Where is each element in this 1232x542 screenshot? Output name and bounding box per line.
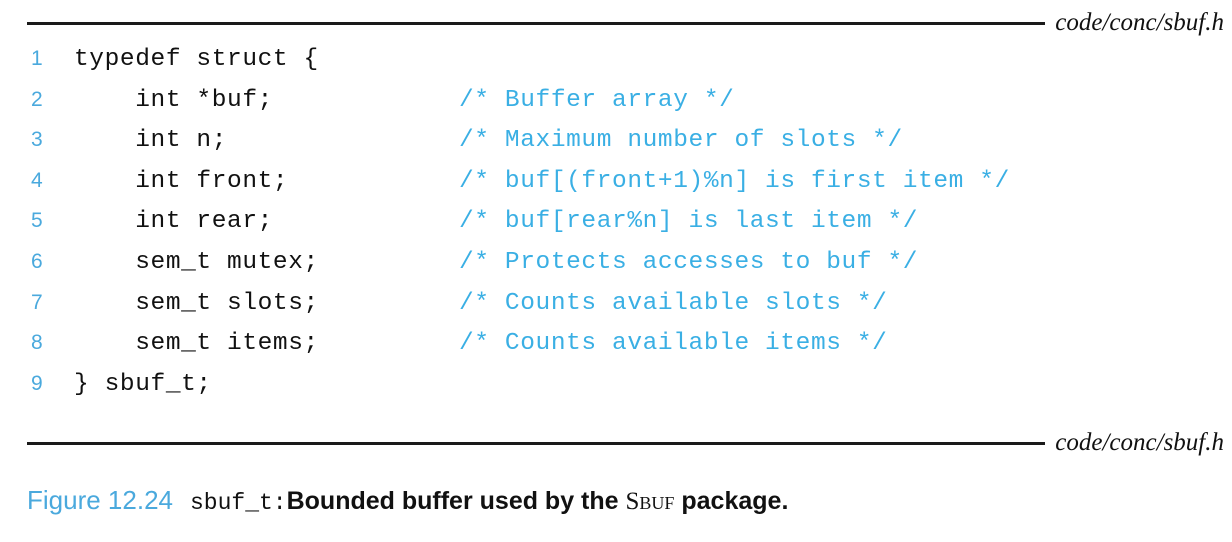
source-file-label-bottom: code/conc/sbuf.h — [1055, 429, 1224, 456]
code-comment: /* Protects accesses to buf */ — [459, 248, 919, 276]
code-line: 2 int *buf; /* Buffer array */ — [0, 86, 1232, 130]
code-comment: /* Counts available slots */ — [459, 289, 888, 317]
code-source: int rear; — [74, 208, 273, 236]
line-number: 9 — [31, 371, 43, 395]
code-line: 1 typedef struct { — [0, 46, 1232, 89]
code-source: int *buf; — [74, 86, 273, 114]
source-file-label-top: code/conc/sbuf.h — [1055, 9, 1224, 36]
code-line: 7 sem_t slots; /* Counts available slots… — [0, 289, 1232, 333]
code-comment: /* Counts available items */ — [459, 330, 888, 358]
code-line: 9 } sbuf_t; — [0, 370, 1232, 414]
figure-top-rule-row: code/conc/sbuf.h — [27, 10, 1224, 37]
code-source: int n; — [74, 127, 228, 155]
horizontal-rule-bottom — [27, 442, 1046, 445]
code-source: sem_t mutex; — [74, 248, 319, 276]
figure-caption-text-before: Bounded buffer used by the — [286, 487, 626, 515]
line-number: 3 — [31, 128, 43, 152]
line-number: 2 — [31, 87, 43, 111]
code-listing: 1 typedef struct { 2 int *buf; /* Buffer… — [0, 46, 1232, 414]
code-line: 4 int front; /* buf[(front+1)%n] is firs… — [0, 167, 1232, 211]
code-source: typedef struct { — [74, 46, 319, 73]
code-source: sem_t items; — [74, 330, 319, 358]
horizontal-rule-top — [27, 22, 1046, 25]
line-number: 6 — [31, 249, 43, 273]
figure-caption-label: Figure 12.24 — [27, 485, 173, 515]
code-comment: /* buf[rear%n] is last item */ — [459, 208, 919, 236]
code-source: } sbuf_t; — [74, 370, 212, 398]
code-comment: /* Buffer array */ — [459, 86, 735, 114]
code-line: 5 int rear; /* buf[rear%n] is last item … — [0, 210, 1232, 251]
line-number: 5 — [31, 209, 43, 233]
line-number: 4 — [31, 168, 43, 192]
figure-caption-smallcaps: Sbuf — [625, 488, 675, 515]
figure-caption: Figure 12.24 sbuf_t: Bounded buffer used… — [27, 487, 788, 515]
line-number: 8 — [31, 331, 43, 355]
code-line: 6 sem_t mutex; /* Protects accesses to b… — [0, 248, 1232, 292]
code-line: 3 int n; /* Maximum number of slots */ — [0, 129, 1232, 170]
code-figure: code/conc/sbuf.h 1 typedef struct { 2 in… — [0, 0, 1232, 542]
figure-caption-text-after: package. — [674, 487, 789, 515]
code-comment: /* Maximum number of slots */ — [459, 127, 903, 155]
line-number: 1 — [31, 47, 43, 70]
code-line: 8 sem_t items; /* Counts available items… — [0, 332, 1232, 373]
figure-bottom-rule-row: code/conc/sbuf.h — [27, 430, 1224, 457]
figure-caption-typename: sbuf_t: — [189, 490, 287, 516]
code-source: sem_t slots; — [74, 289, 319, 317]
code-comment: /* buf[(front+1)%n] is first item */ — [459, 167, 1010, 195]
code-source: int front; — [74, 167, 289, 195]
line-number: 7 — [31, 290, 43, 314]
